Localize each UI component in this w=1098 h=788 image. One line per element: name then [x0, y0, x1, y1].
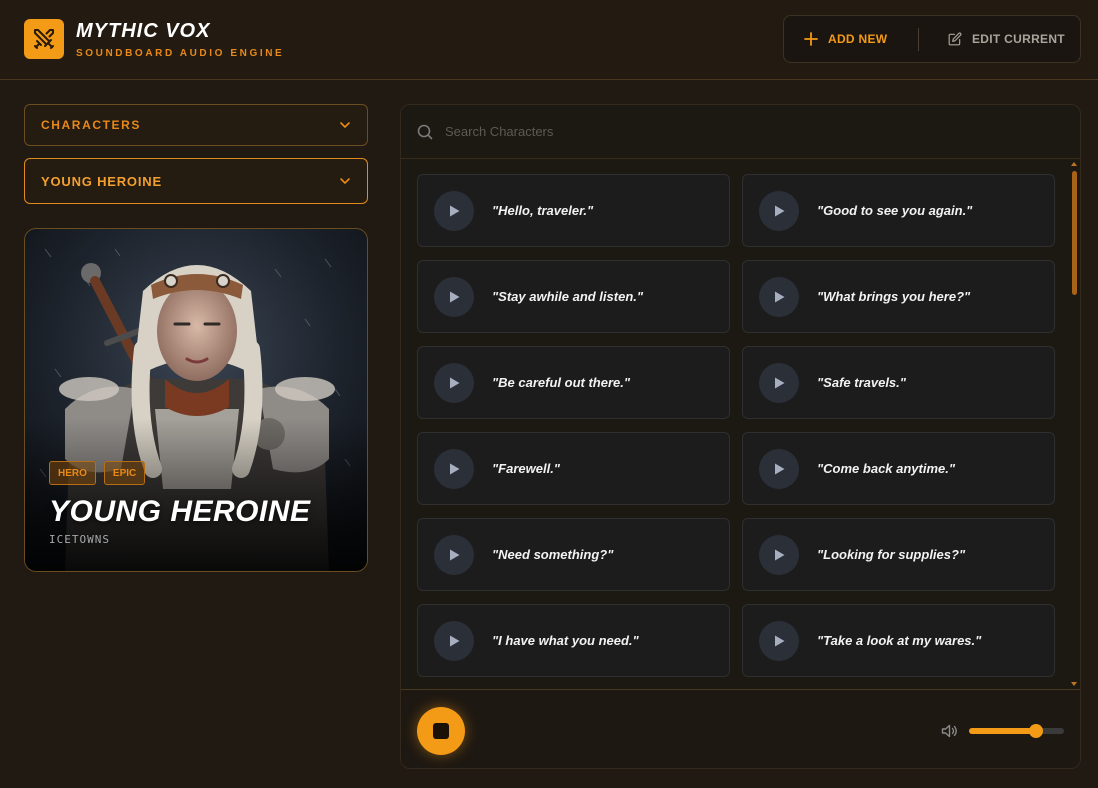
edit-current-button[interactable]: EDIT CURRENT [948, 16, 1065, 62]
add-new-label: ADD NEW [828, 32, 888, 46]
volume-fill [969, 728, 1037, 734]
play-icon [434, 362, 474, 403]
edit-icon [948, 32, 962, 46]
divider [918, 28, 919, 51]
volume-knob[interactable] [1029, 724, 1044, 738]
scroll-up-arrow[interactable] [1071, 162, 1077, 166]
app-title: MYTHIC VOX [76, 20, 211, 42]
search-icon [417, 124, 433, 139]
voice-line-text: "Hello, traveler." [492, 203, 594, 218]
plus-icon [804, 32, 818, 46]
voice-line-button[interactable]: "Be careful out there." [417, 346, 730, 419]
character-tags: HERO EPIC [49, 461, 146, 485]
play-icon [759, 620, 799, 661]
voice-line-text: "Need something?" [492, 547, 614, 562]
scroll-down-arrow[interactable] [1071, 682, 1077, 686]
voice-line-button[interactable]: "Stay awhile and listen." [417, 260, 730, 333]
voice-line-text: "Stay awhile and listen." [492, 289, 644, 304]
voice-lines-grid: "Hello, traveler." "Good to see you agai… [417, 174, 1055, 677]
voice-line-text: "Safe travels." [817, 375, 906, 390]
play-icon [434, 534, 474, 575]
voice-line-button[interactable]: "Looking for supplies?" [742, 518, 1055, 591]
search-bar [401, 105, 1080, 159]
category-select-value: CHARACTERS [41, 118, 141, 132]
header-actions: ADD NEW EDIT CURRENT [783, 15, 1081, 63]
play-icon [759, 448, 799, 489]
voice-line-button[interactable]: "I have what you need." [417, 604, 730, 677]
add-new-button[interactable]: ADD NEW [804, 16, 887, 62]
play-icon [434, 620, 474, 661]
voice-line-button[interactable]: "Safe travels." [742, 346, 1055, 419]
voice-line-text: "I have what you need." [492, 633, 639, 648]
chevron-down-icon [340, 178, 350, 184]
voice-line-text: "Good to see you again." [817, 203, 973, 218]
play-icon [759, 534, 799, 575]
voice-line-text: "What brings you here?" [817, 289, 971, 304]
scrollbar[interactable] [1070, 159, 1080, 689]
character-name: YOUNG HEROINE [49, 495, 311, 528]
scroll-thumb[interactable] [1072, 171, 1077, 295]
tag-hero: HERO [49, 461, 96, 485]
voice-line-text: "Farewell." [492, 461, 560, 476]
voice-line-text: "Looking for supplies?" [817, 547, 966, 562]
voice-line-button[interactable]: "Hello, traveler." [417, 174, 730, 247]
voice-line-button[interactable]: "Take a look at my wares." [742, 604, 1055, 677]
play-icon [759, 276, 799, 317]
play-icon [434, 276, 474, 317]
crossed-swords-icon [24, 19, 64, 59]
voice-line-button[interactable]: "Good to see you again." [742, 174, 1055, 247]
play-icon [434, 448, 474, 489]
voice-line-text: "Come back anytime." [817, 461, 956, 476]
category-select[interactable]: CHARACTERS [24, 104, 368, 146]
volume-slider[interactable] [969, 724, 1064, 738]
character-card: HERO EPIC YOUNG HEROINE ICETOWNS [24, 228, 368, 572]
chevron-down-icon [340, 122, 350, 128]
voice-line-button[interactable]: "Come back anytime." [742, 432, 1055, 505]
stop-icon [433, 723, 449, 739]
volume-icon [941, 724, 957, 738]
play-icon [759, 362, 799, 403]
app-header: MYTHIC VOX SOUNDBOARD AUDIO ENGINE ADD N… [0, 0, 1098, 80]
voice-line-button[interactable]: "Need something?" [417, 518, 730, 591]
app-subtitle: SOUNDBOARD AUDIO ENGINE [76, 48, 285, 59]
character-select-value: YOUNG HEROINE [41, 173, 162, 189]
character-select[interactable]: YOUNG HEROINE [24, 158, 368, 204]
voice-line-text: "Take a look at my wares." [817, 633, 982, 648]
character-location: ICETOWNS [49, 533, 110, 546]
player-footer [401, 689, 1080, 768]
voice-line-text: "Be careful out there." [492, 375, 631, 390]
edit-current-label: EDIT CURRENT [972, 32, 1065, 46]
voice-line-button[interactable]: "What brings you here?" [742, 260, 1055, 333]
tag-epic: EPIC [103, 461, 146, 485]
voice-lines-panel: "Hello, traveler." "Good to see you agai… [400, 104, 1081, 769]
stop-button[interactable] [417, 707, 465, 755]
play-icon [434, 190, 474, 231]
voice-line-button[interactable]: "Farewell." [417, 432, 730, 505]
play-icon [759, 190, 799, 231]
search-input[interactable] [445, 124, 1045, 139]
